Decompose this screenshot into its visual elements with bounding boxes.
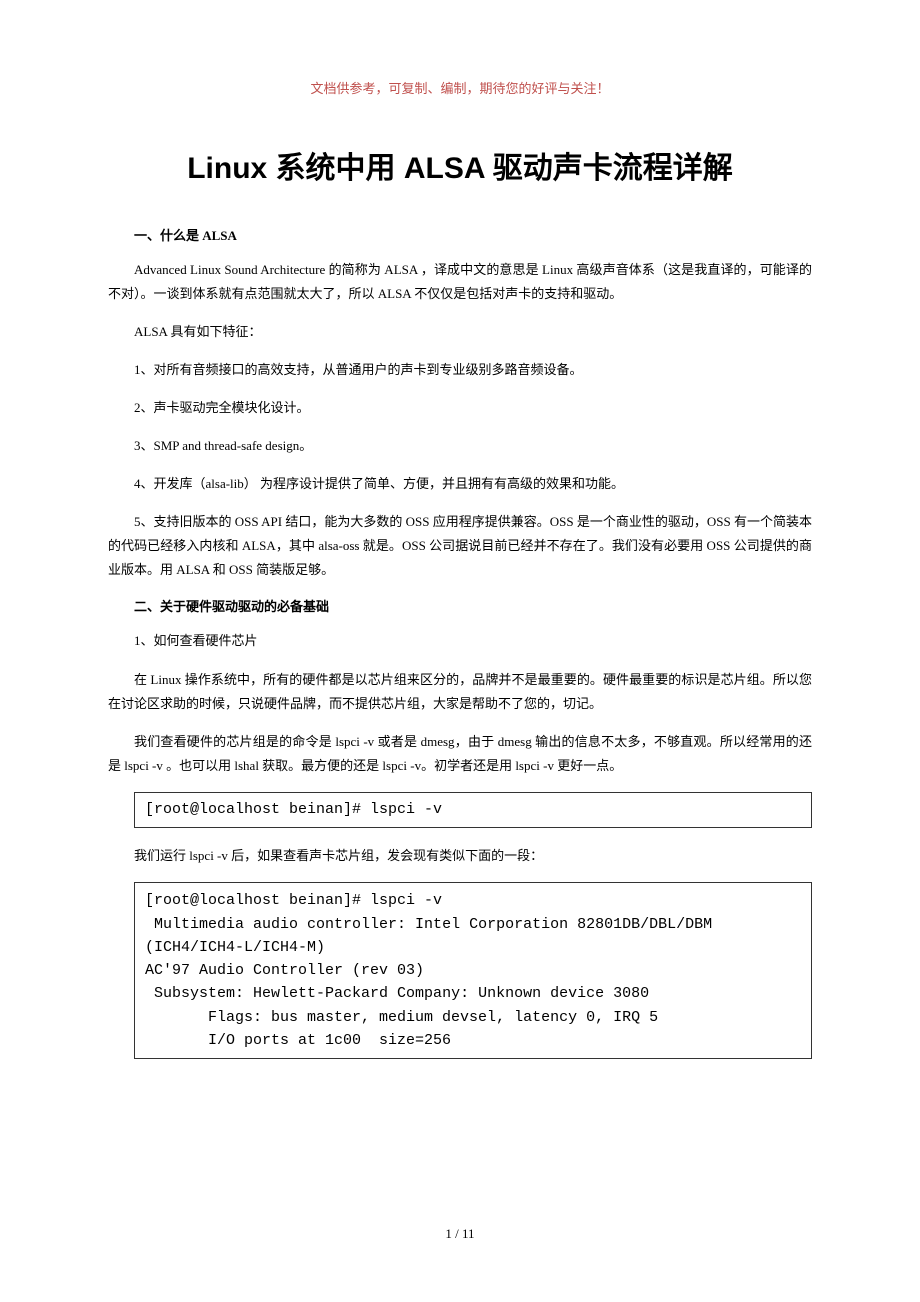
- paragraph: Advanced Linux Sound Architecture 的简称为 A…: [108, 258, 812, 306]
- paragraph: 4、开发库（alsa-lib） 为程序设计提供了简单、方便，并且拥有有高级的效果…: [108, 472, 812, 496]
- paragraph: 2、声卡驱动完全模块化设计。: [108, 396, 812, 420]
- paragraph: 我们运行 lspci -v 后，如果查看声卡芯片组，发会现有类似下面的一段：: [108, 844, 812, 868]
- paragraph: 1、如何查看硬件芯片: [108, 629, 812, 653]
- header-note: 文档供参考，可复制、编制，期待您的好评与关注！: [108, 78, 812, 97]
- paragraph: 3、SMP and thread-safe design。: [108, 434, 812, 458]
- paragraph: 1、对所有音频接口的高效支持，从普通用户的声卡到专业级别多路音频设备。: [108, 358, 812, 382]
- section-heading-2: 二、关于硬件驱动驱动的必备基础: [108, 596, 812, 615]
- page-title: Linux 系统中用 ALSA 驱动声卡流程详解: [108, 143, 812, 187]
- document-page: 文档供参考，可复制、编制，期待您的好评与关注！ Linux 系统中用 ALSA …: [0, 0, 920, 1302]
- paragraph: 在 Linux 操作系统中，所有的硬件都是以芯片组来区分的，品牌并不是最重要的。…: [108, 668, 812, 716]
- paragraph: 我们查看硬件的芯片组是的命令是 lspci -v 或者是 dmesg，由于 dm…: [108, 730, 812, 778]
- code-block-2: [root@localhost beinan]# lspci -v Multim…: [134, 882, 812, 1059]
- paragraph: ALSA 具有如下特征：: [108, 320, 812, 344]
- paragraph: 5、支持旧版本的 OSS API 结口，能为大多数的 OSS 应用程序提供兼容。…: [108, 510, 812, 582]
- section-heading-1: 一、什么是 ALSA: [108, 225, 812, 244]
- code-block-1: [root@localhost beinan]# lspci -v: [134, 792, 812, 829]
- page-number: 1 / 11: [0, 1226, 920, 1242]
